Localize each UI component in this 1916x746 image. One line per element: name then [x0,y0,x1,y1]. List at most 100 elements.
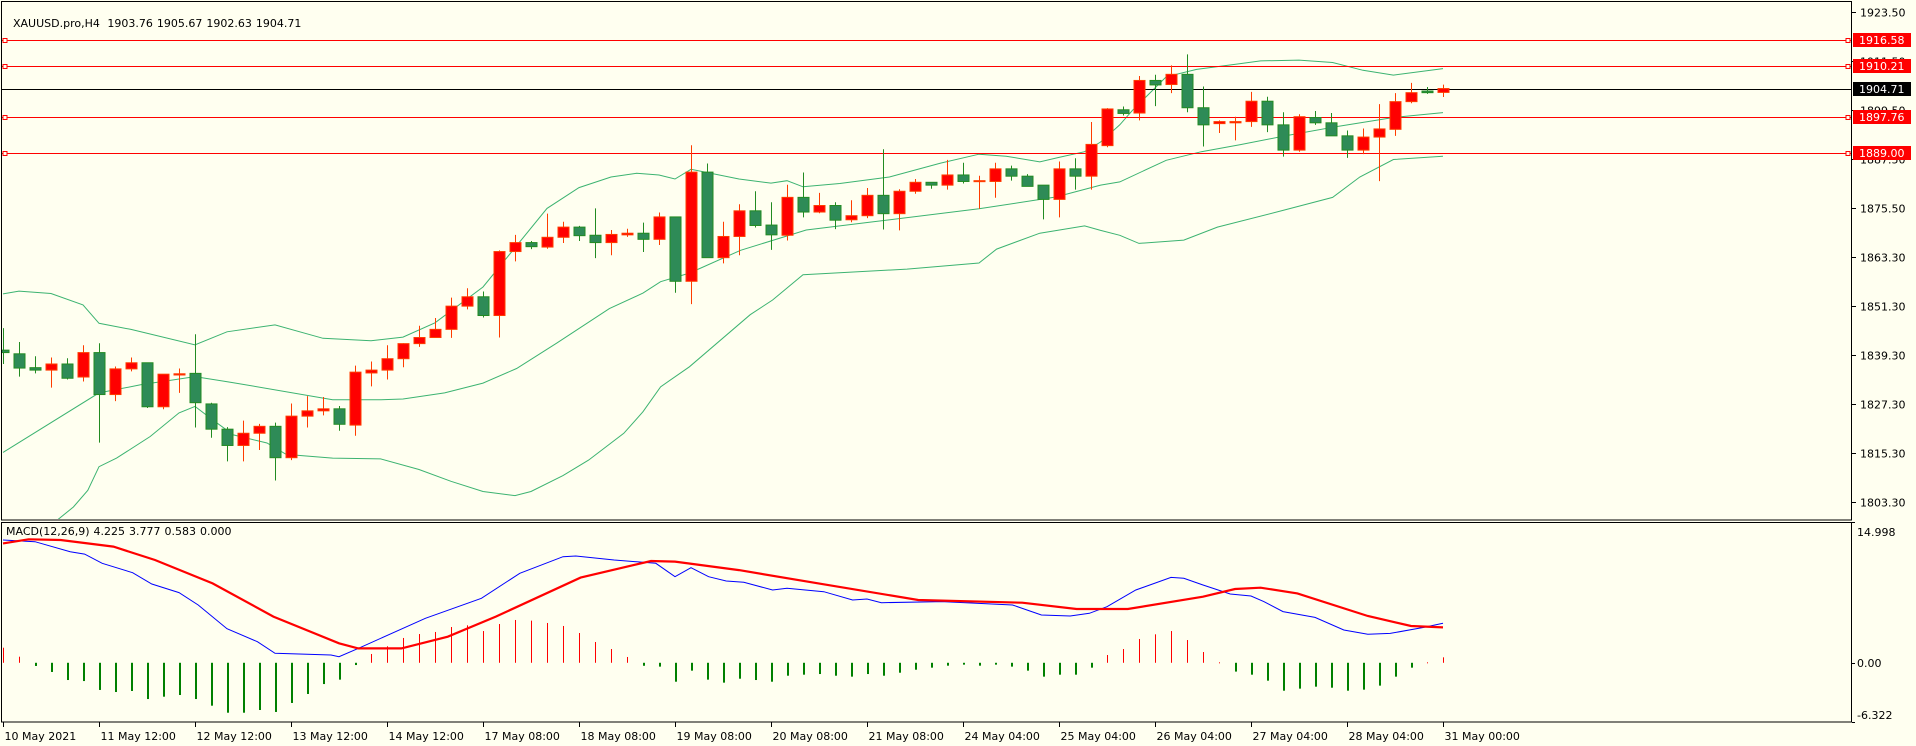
macd-histogram-bar [1251,662,1253,675]
price-chart[interactable]: 1923.501911.501899.501887.501875.501863.… [0,0,1916,746]
bear-candle [1005,165,1018,181]
bear-candle [573,225,586,241]
macd-histogram-bar [419,634,420,663]
candle-body [1309,117,1322,124]
candle-body [717,235,730,259]
macd-histogram-bar [435,631,436,663]
macd-histogram-bar [803,662,805,675]
macd-histogram-bar [355,662,357,666]
bull-candle [541,213,554,249]
macd-histogram-bar [1075,662,1077,675]
bear-candle [141,362,154,408]
candle-body [141,362,154,408]
macd-histogram-bar [1107,655,1108,663]
macd-histogram-bar [147,662,149,700]
macd-histogram-bar [899,662,901,673]
bull-candle [461,288,474,310]
bull-candle [285,403,298,461]
bull-candle [1133,75,1146,121]
candle-body [317,408,330,412]
macd-histogram-bar [979,662,981,666]
macd-histogram-bar [1443,657,1444,663]
macd-histogram-bar [195,662,197,700]
macd-histogram-bar [1363,662,1365,690]
bull-candle [1053,161,1066,218]
bull-candle [685,145,698,305]
level-price-label: 1910.21 [1859,60,1905,73]
macd-histogram-bar [83,662,85,682]
time-axis-label: 14 May 12:00 [389,730,464,743]
macd-histogram-bar [579,632,580,663]
macd-histogram-bar [115,662,117,693]
candle-body [269,425,282,459]
macd-name: MACD(12,26,9) [6,525,90,538]
candle-body [413,337,426,345]
macd-histogram-bar [515,619,516,663]
macd-histogram-bar [1283,662,1285,691]
candle-body [109,368,122,396]
candle-body [1213,121,1226,125]
candle-body [781,196,794,236]
macd-histogram-bar [243,662,245,713]
macd-histogram-bar [99,662,101,690]
macd-histogram-bar [755,662,757,681]
candle-body [301,410,314,417]
macd-axis: 14.998 0.00 -6.322 [1852,522,1896,723]
macd-histogram-bar [819,662,821,675]
level-anchor-handle[interactable] [2,115,8,120]
level-anchor-handle[interactable] [1845,151,1851,156]
macd-axis-label: 0.00 [1857,657,1882,670]
low-value: 1902.63 [206,17,252,30]
bear-candle [1069,158,1082,190]
bear-candle [877,149,890,230]
bull-candle [845,200,858,223]
bear-candle [13,341,26,377]
macd-histogram-bar [339,662,341,680]
macd-osma-value: 0.583 [164,525,197,538]
time-axis-label: 11 May 12:00 [101,730,176,743]
price-axis-label: 1803.30 [1860,497,1906,510]
candle-body [429,328,442,339]
candle-body [573,226,586,237]
bear-candle [1261,96,1274,133]
macd-histogram-bar [1235,662,1237,672]
time-axis: 10 May 2021 11 May 12:00 12 May 12:00 13 Ma… [3,722,1520,743]
candle-body [1245,100,1258,123]
bull-candle [717,221,730,264]
macd-histogram-bar [611,649,612,663]
bull-candle [1101,108,1114,148]
time-axis-label: 19 May 08:00 [677,730,752,743]
candle-body [925,181,938,186]
bull-candle [1389,93,1402,136]
candle-body [813,205,826,213]
bear-candle [1037,184,1050,220]
candle-body [765,224,778,236]
macd-histogram-bar [771,662,773,682]
macd-histogram-bar [1267,662,1269,681]
candle-body [701,171,714,259]
bull-candle [317,396,330,416]
macd-histogram-bar [931,662,933,668]
macd-histogram-bar [483,631,484,663]
price-axis-label: 1875.50 [1860,203,1906,216]
level-anchor-handle[interactable] [2,64,8,69]
level-anchor-handle[interactable] [1845,38,1851,43]
price-axis-label: 1923.50 [1860,7,1906,20]
macd-histogram-bar [1011,662,1013,667]
candle-body [525,242,538,248]
macd-histogram-bar [995,662,997,665]
macd-histogram-bar [1315,662,1317,687]
time-axis-label: 24 May 04:00 [965,730,1040,743]
level-anchor-handle[interactable] [2,38,8,43]
level-anchor-handle[interactable] [2,151,8,156]
candle-body [845,215,858,221]
bull-candle [1357,128,1370,155]
time-axis-label: 26 May 04:00 [1157,730,1232,743]
macd-histogram-bar [179,662,181,696]
bull-candle [1437,84,1450,98]
macd-signal-value: 3.777 [129,525,161,538]
bid-price-label: 1904.71 [1859,83,1905,96]
level-anchor-handle[interactable] [1845,115,1851,120]
bull-candle [909,179,922,194]
level-anchor-handle[interactable] [1845,64,1851,69]
